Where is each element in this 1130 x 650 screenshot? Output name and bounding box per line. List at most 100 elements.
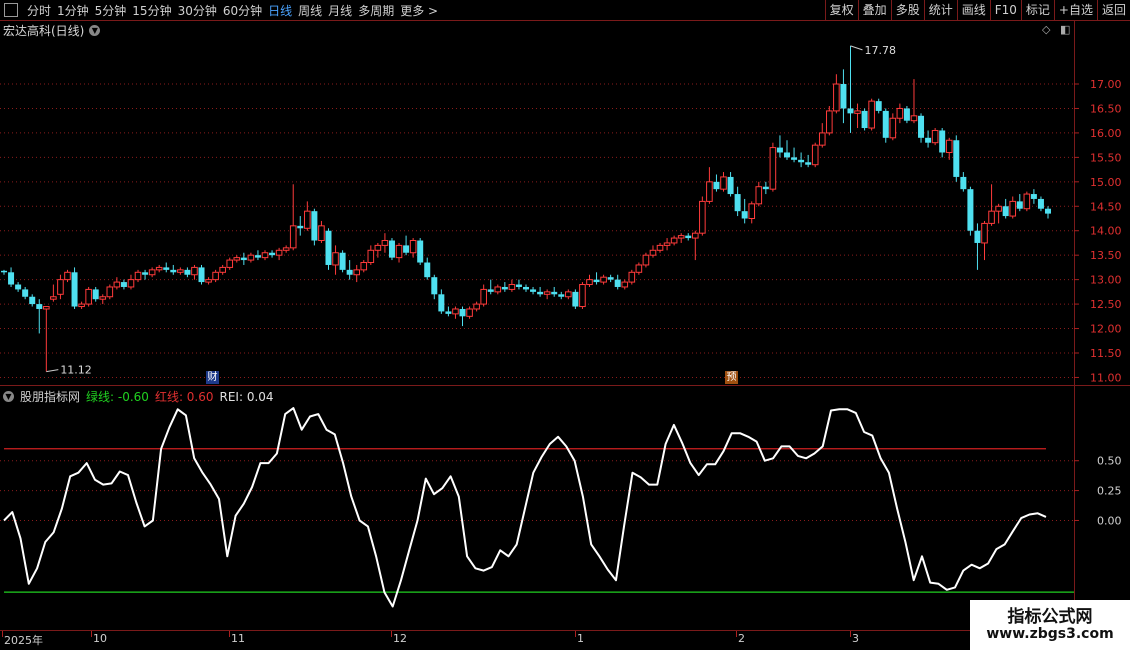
candle-body (120, 282, 127, 287)
indicator-dropdown-icon[interactable]: ▼ (3, 391, 14, 402)
tool-button-1[interactable]: 叠加 (857, 0, 891, 20)
candle-body (663, 242, 671, 246)
forecast-badge[interactable]: 预 (725, 371, 738, 384)
timeframe-tab-6[interactable]: 日线 (265, 2, 295, 19)
chart-canvas[interactable]: 17.00 16.50 16.00 15.50 15.00 14.50 14.00 13.50… (0, 0, 1130, 650)
candle-body (254, 255, 261, 258)
candle-body (628, 271, 636, 283)
low-price-label: 11.12 (60, 364, 92, 377)
candle-body (395, 244, 403, 259)
candle-body (734, 194, 741, 212)
candle-body (537, 291, 544, 295)
x-axis-tick (2, 631, 3, 637)
x-axis-label: 2025年 (4, 634, 43, 647)
timeframe-tab-4[interactable]: 30分钟 (175, 2, 220, 19)
candle-body (43, 306, 50, 310)
timeframe-tab-2[interactable]: 5分钟 (92, 2, 130, 19)
candle-body (931, 129, 939, 144)
panel-divider (0, 385, 1130, 386)
tool-button-6[interactable]: 标记 (1020, 0, 1054, 20)
candle-body (240, 257, 247, 261)
timeframe-tab-5[interactable]: 60分钟 (220, 2, 265, 19)
x-axis-label: 10 (93, 632, 107, 645)
tool-button-4[interactable]: 画线 (956, 0, 990, 20)
candle-body (466, 308, 473, 317)
candle-body (798, 159, 805, 163)
x-axis-tick (229, 631, 230, 637)
timeframe-tab-7[interactable]: 周线 (295, 2, 325, 19)
candle-body (409, 240, 417, 254)
tool-button-7[interactable]: +自选 (1053, 0, 1097, 20)
candle-body (184, 269, 191, 275)
indicator-name[interactable]: 股朋指标网 (20, 388, 80, 405)
candle-body (247, 254, 255, 261)
candle-body (713, 181, 720, 190)
candle-body (212, 271, 219, 281)
candle-body (163, 267, 170, 270)
candle-body (170, 269, 177, 273)
candle-body (473, 303, 480, 310)
candle-body (896, 107, 904, 119)
candle-body (720, 176, 727, 190)
timeframe-tab-0[interactable]: 分时 (24, 2, 54, 19)
candle-body (593, 279, 600, 283)
candle-body (791, 157, 798, 160)
timeframe-tab-3[interactable]: 15分钟 (129, 2, 174, 19)
candle-body (685, 235, 692, 239)
candle-body (551, 291, 558, 295)
candle-body (388, 240, 395, 258)
timeframe-tab-8[interactable]: 月线 (325, 2, 355, 19)
candle-body (854, 110, 861, 114)
candle-body (691, 232, 699, 239)
candle-body (487, 289, 494, 292)
candle-body (614, 279, 621, 287)
candle-body (699, 200, 706, 234)
price-tick-label: 17.00 (1090, 78, 1122, 91)
candle-body (515, 284, 522, 287)
tool-button-2[interactable]: 多股 (890, 0, 924, 20)
candle-body (29, 296, 36, 305)
candle-body (113, 281, 121, 288)
candle-body (445, 311, 452, 314)
dropdown-icon[interactable]: ▼ (89, 25, 101, 36)
candle-body (530, 289, 537, 292)
candle-body (50, 296, 57, 300)
tool-button-8[interactable]: 返回 (1096, 0, 1130, 20)
timeframe-tab-1[interactable]: 1分钟 (54, 2, 92, 19)
x-axis-tick (736, 631, 737, 637)
candle-body (15, 284, 22, 290)
candle-body (226, 259, 234, 268)
candle-body (353, 269, 361, 276)
tool-button-3[interactable]: 统计 (923, 0, 957, 20)
candle-body (755, 186, 763, 205)
tool-button-0[interactable]: 复权 (824, 0, 858, 20)
tool-button-5[interactable]: F10 (989, 0, 1021, 20)
candle-body (332, 252, 339, 266)
candle-body (741, 211, 748, 219)
candle-body (318, 225, 325, 242)
candle-body (275, 249, 283, 256)
panel-toggle-icon[interactable]: ◧ (1060, 23, 1070, 36)
finance-badge[interactable]: 财 (206, 371, 219, 384)
red-line-label: 红线: 0.60 (154, 390, 214, 404)
y-axis-divider (1074, 20, 1075, 630)
candle-body (494, 286, 502, 293)
home-icon[interactable] (4, 3, 18, 17)
candle-body (261, 252, 269, 259)
stock-title-bar: 宏达高科(日线) ▼ (3, 22, 101, 39)
timeframe-tab-10[interactable]: 更多 > (397, 2, 441, 19)
candle-body (480, 288, 487, 305)
diamond-icon[interactable]: ◇ (1042, 23, 1050, 36)
x-axis-tick (575, 631, 576, 637)
candle-body (198, 267, 205, 283)
timeframe-tab-9[interactable]: 多周期 (355, 2, 397, 19)
candle-body (677, 235, 685, 239)
candle-body (988, 210, 995, 224)
candle-body (99, 296, 107, 300)
x-axis-tick (850, 631, 851, 637)
stock-title[interactable]: 宏达高科(日线) (3, 22, 84, 39)
candle-body (346, 269, 353, 275)
candle-body (826, 110, 833, 134)
candle-body (297, 225, 304, 229)
candle-body (360, 262, 368, 271)
